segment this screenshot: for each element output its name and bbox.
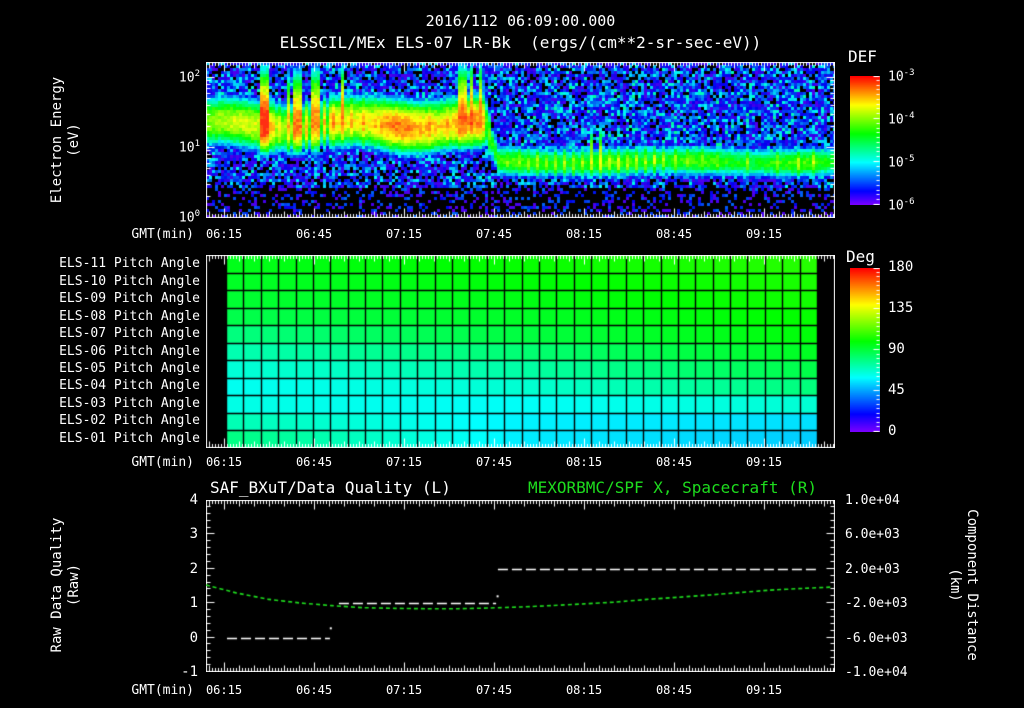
x-tick-label: 06:15: [205, 683, 243, 697]
pitch-angle-canvas: [206, 255, 835, 448]
quality-title: SAF_BXuT/Data Quality (L): [210, 478, 451, 497]
distance-y-tick-label: -6.0e+03: [845, 630, 908, 646]
pitch-row-label: ELS-11 Pitch Angle: [59, 256, 200, 272]
deg-colorbar-title: Deg: [846, 247, 875, 266]
deg-colorbar-tick-label: 45: [888, 382, 905, 398]
distance-y-tick-label: 1.0e+04: [845, 493, 900, 508]
energy-spectrogram-canvas: [206, 62, 835, 218]
deg-colorbar-tick-label: 0: [888, 423, 897, 439]
timestamp: 2016/112 06:09:00.000: [425, 12, 616, 30]
x-tick-label: 08:45: [655, 455, 693, 469]
def-colorbar-tick-label: 10-5: [888, 154, 915, 171]
x-tick-label: 08:15: [565, 455, 603, 469]
x-tick-label: 08:15: [565, 683, 603, 697]
quality-y-tick-label: 3: [189, 526, 198, 543]
deg-colorbar-tick-label: 135: [888, 300, 914, 316]
def-colorbar-tick-label: 10-4: [888, 111, 915, 128]
quality-plot-canvas: [206, 500, 835, 672]
pitch-row-label: ELS-05 Pitch Angle: [59, 361, 200, 376]
x-tick-label: 08:45: [655, 683, 693, 697]
spectrogram-title: ELSSCIL/MEx ELS-07 LR-Bk (ergs/(cm**2-sr…: [279, 33, 762, 52]
deg-colorbar-tick-label: 90: [888, 341, 905, 357]
energy-axis-label: Electron Energy (eV): [49, 76, 82, 204]
def-colorbar-title: DEF: [848, 47, 877, 66]
x-tick-label: 07:15: [385, 683, 423, 697]
deg-colorbar-tick-label: 180: [888, 259, 914, 275]
gmt-axis-label: GMT(min): [131, 227, 194, 242]
x-tick-label: 06:15: [205, 227, 243, 241]
x-tick-label: 06:15: [205, 455, 243, 469]
energy-y-tick-label: 101: [178, 139, 200, 156]
raw-quality-axis-label: Raw Data Quality (Raw): [49, 517, 82, 653]
distance-y-tick-label: 2.0e+03: [845, 561, 900, 577]
component-distance-axis-label: Component Distance (km): [947, 509, 980, 661]
plot-page: 2016/112 06:09:00.000 ELSSCIL/MEx ELS-07…: [0, 0, 1024, 708]
x-tick-label: 07:15: [385, 227, 423, 241]
gmt-axis-label: GMT(min): [131, 683, 194, 698]
def-colorbar: [850, 76, 880, 205]
x-tick-label: 09:15: [745, 455, 783, 469]
x-tick-label: 06:45: [295, 683, 333, 697]
gmt-axis-label: GMT(min): [131, 455, 194, 470]
deg-colorbar: [850, 268, 880, 432]
quality-y-tick-label: 2: [189, 560, 198, 577]
pitch-row-label: ELS-04 Pitch Angle: [59, 378, 200, 394]
x-tick-label: 07:45: [475, 683, 513, 697]
pitch-row-label: ELS-03 Pitch Angle: [59, 395, 200, 411]
x-tick-label: 07:45: [475, 455, 513, 469]
x-tick-label: 06:45: [295, 455, 333, 469]
x-tick-label: 09:15: [745, 683, 783, 697]
distance-y-tick-label: -2.0e+03: [845, 596, 908, 612]
pitch-row-label: ELS-10 Pitch Angle: [59, 273, 200, 289]
x-tick-label: 08:15: [565, 227, 603, 241]
def-colorbar-tick-label: 10-6: [888, 197, 915, 214]
quality-y-tick-label: 0: [189, 629, 198, 646]
x-tick-label: 07:15: [385, 455, 423, 469]
pitch-row-label: ELS-07 Pitch Angle: [59, 326, 200, 342]
distance-y-tick-label: 6.0e+03: [845, 527, 900, 543]
pitch-row-label: ELS-01 Pitch Angle: [59, 430, 200, 446]
def-colorbar-tick-label: 10-3: [888, 68, 915, 85]
pitch-row-label: ELS-08 Pitch Angle: [59, 308, 200, 324]
pitch-row-label: ELS-02 Pitch Angle: [59, 413, 200, 429]
x-tick-label: 07:45: [475, 227, 513, 241]
x-tick-label: 09:15: [745, 227, 783, 241]
x-tick-label: 06:45: [295, 227, 333, 241]
distance-y-tick-label: -1.0e+04: [845, 665, 908, 680]
pitch-row-label: ELS-09 Pitch Angle: [59, 291, 200, 307]
quality-y-tick-label: 1: [189, 595, 198, 612]
spacecraft-title: MEXORBMC/SPF X, Spacecraft (R): [528, 478, 817, 497]
energy-y-tick-label: 102: [178, 69, 200, 86]
pitch-row-label: ELS-06 Pitch Angle: [59, 343, 200, 359]
quality-y-tick-label: -1: [181, 664, 198, 680]
quality-y-tick-label: 4: [189, 492, 198, 508]
x-tick-label: 08:45: [655, 227, 693, 241]
energy-y-tick-label: 100: [178, 209, 200, 226]
